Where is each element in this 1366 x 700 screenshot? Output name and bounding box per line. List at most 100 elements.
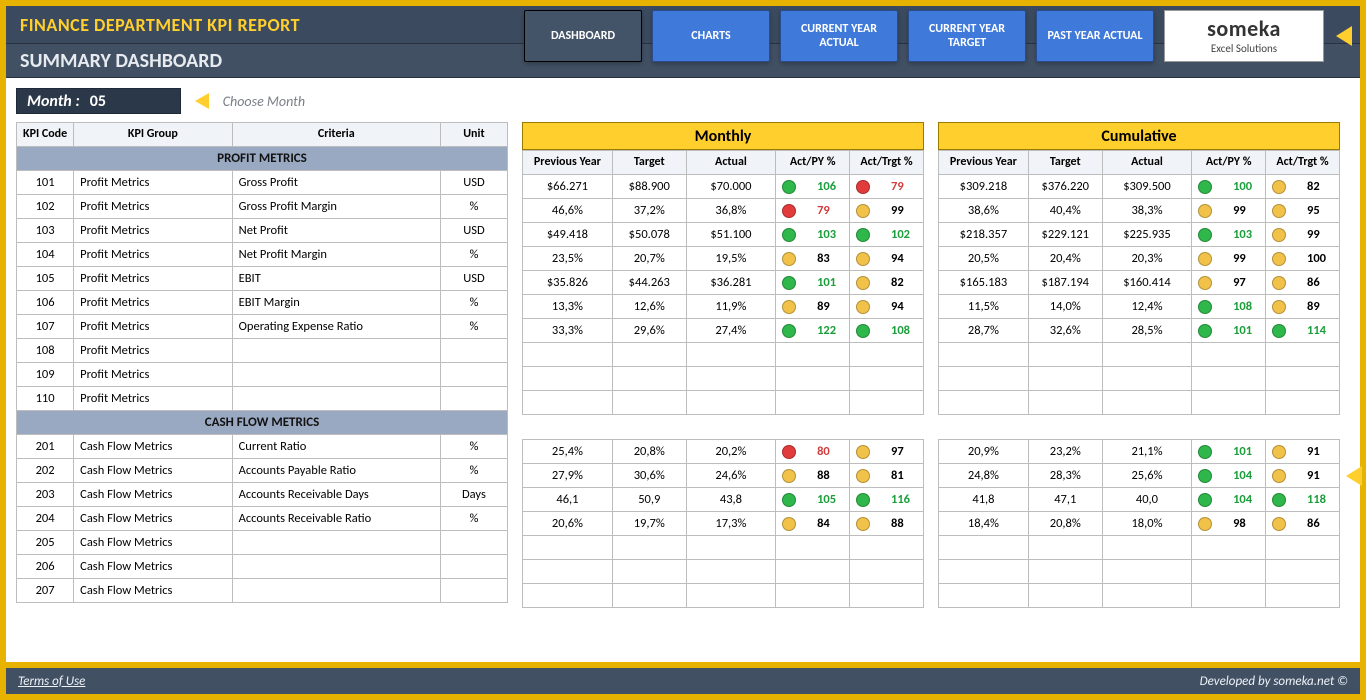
terms-link[interactable]: Terms of Use [18,674,85,689]
status-dot-icon [1198,517,1212,531]
table-row: 20,9%23,2%21,1% 10191 [939,440,1340,464]
table-row [939,391,1340,415]
table-row: 110Profit Metrics [17,387,508,411]
status-dot-icon [782,324,796,338]
table-row [939,536,1340,560]
status-dot-icon [1272,276,1286,290]
status-dot-icon [1198,180,1212,194]
block-monthly-title: Monthly [522,122,924,150]
table-row: 23,5%20,7%19,5% 8394 [523,247,924,271]
col-actpy: Act/PY % [776,151,850,175]
logo-text: someka [1207,18,1281,40]
status-dot-icon [782,252,796,266]
col-actpy: Act/PY % [1192,151,1266,175]
table-row: 46,150,943,8 105116 [523,488,924,512]
status-dot-icon [782,517,796,531]
nav-py-actual-button[interactable]: PAST YEAR ACTUAL [1036,10,1154,62]
status-dot-icon [856,252,870,266]
table-row: 109Profit Metrics [17,363,508,387]
status-dot-icon [1272,517,1286,531]
status-dot-icon [1272,252,1286,266]
table-row: 20,6%19,7%17,3% 8488 [523,512,924,536]
table-row: 20,5%20,4%20,3% 99100 [939,247,1340,271]
status-dot-icon [782,300,796,314]
status-dot-icon [1272,204,1286,218]
status-dot-icon [782,493,796,507]
status-dot-icon [1198,445,1212,459]
table-row: $66.271$88.900$70.000 10679 [523,175,924,199]
status-dot-icon [856,204,870,218]
table-row: 201Cash Flow MetricsCurrent Ratio% [17,435,508,459]
status-dot-icon [1198,324,1212,338]
status-dot-icon [782,445,796,459]
table-row: 104Profit MetricsNet Profit Margin% [17,243,508,267]
table-row: 46,6%37,2%36,8% 7999 [523,199,924,223]
table-row [523,391,924,415]
block-cumulative-title: Cumulative [938,122,1340,150]
month-picker[interactable]: Month : 05 [16,88,181,114]
table-row: 108Profit Metrics [17,339,508,363]
nav-dashboard-button[interactable]: DASHBOARD [524,10,642,62]
status-dot-icon [1198,252,1212,266]
status-dot-icon [1272,324,1286,338]
status-dot-icon [1198,204,1212,218]
footer: Terms of Use Developed by someka.net © [6,662,1360,694]
col-py: Previous Year [939,151,1029,175]
arrow-left-icon [1346,466,1362,486]
col-tgt: Target [1028,151,1102,175]
table-row [939,343,1340,367]
col-kpi-group: KPI Group [74,123,232,147]
status-dot-icon [782,228,796,242]
nav-cy-target-button[interactable]: CURRENT YEAR TARGET [908,10,1026,62]
table-row: 207Cash Flow Metrics [17,579,508,603]
table-row: 107Profit MetricsOperating Expense Ratio… [17,315,508,339]
table-row: 106Profit MetricsEBIT Margin% [17,291,508,315]
table-row: 24,8%28,3%25,6% 10491 [939,464,1340,488]
status-dot-icon [1198,469,1212,483]
col-acttrgt: Act/Trgt % [1266,151,1340,175]
col-criteria: Criteria [232,123,440,147]
table-row: 18,4%20,8%18,0% 9886 [939,512,1340,536]
status-dot-icon [782,276,796,290]
table-row: 33,3%29,6%27,4% 122108 [523,319,924,343]
nav-charts-button[interactable]: CHARTS [652,10,770,62]
col-tgt: Target [612,151,686,175]
col-act: Actual [1102,151,1192,175]
developed-by: Developed by someka.net © [1200,674,1348,689]
status-dot-icon [856,469,870,483]
status-dot-icon [1198,228,1212,242]
table-row: 25,4%20,8%20,2% 8097 [523,440,924,464]
arrow-left-icon [1336,26,1352,46]
table-row: $49.418$50.078$51.100 103102 [523,223,924,247]
table-row: 105Profit MetricsEBITUSD [17,267,508,291]
table-row: 204Cash Flow MetricsAccounts Receivable … [17,507,508,531]
table-row: 101Profit MetricsGross ProfitUSD [17,171,508,195]
table-row [939,584,1340,608]
status-dot-icon [782,180,796,194]
col-act: Actual [686,151,776,175]
section-profit: PROFIT METRICS [17,147,508,171]
table-row: 41,847,140,0 104118 [939,488,1340,512]
table-row: 202Cash Flow MetricsAccounts Payable Rat… [17,459,508,483]
status-dot-icon [1272,300,1286,314]
logo-subtext: Excel Solutions [1211,42,1277,55]
kpi-table: KPI Code KPI Group Criteria Unit PROFIT … [16,122,508,603]
table-row: 11,5%14,0%12,4% 10889 [939,295,1340,319]
page-subtitle: SUMMARY DASHBOARD [6,49,236,73]
table-row [523,584,924,608]
status-dot-icon [856,445,870,459]
status-dot-icon [856,276,870,290]
table-row: $165.183$187.194$160.414 9786 [939,271,1340,295]
table-row [939,560,1340,584]
table-row [523,560,924,584]
nav-cy-actual-button[interactable]: CURRENT YEAR ACTUAL [780,10,898,62]
status-dot-icon [856,228,870,242]
table-row: 102Profit MetricsGross Profit Margin% [17,195,508,219]
table-row: 203Cash Flow MetricsAccounts Receivable … [17,483,508,507]
status-dot-icon [1272,469,1286,483]
month-hint: Choose Month [223,93,305,110]
table-row: 206Cash Flow Metrics [17,555,508,579]
table-row [523,536,924,560]
status-dot-icon [1272,228,1286,242]
brand-logo[interactable]: someka Excel Solutions [1164,10,1324,62]
